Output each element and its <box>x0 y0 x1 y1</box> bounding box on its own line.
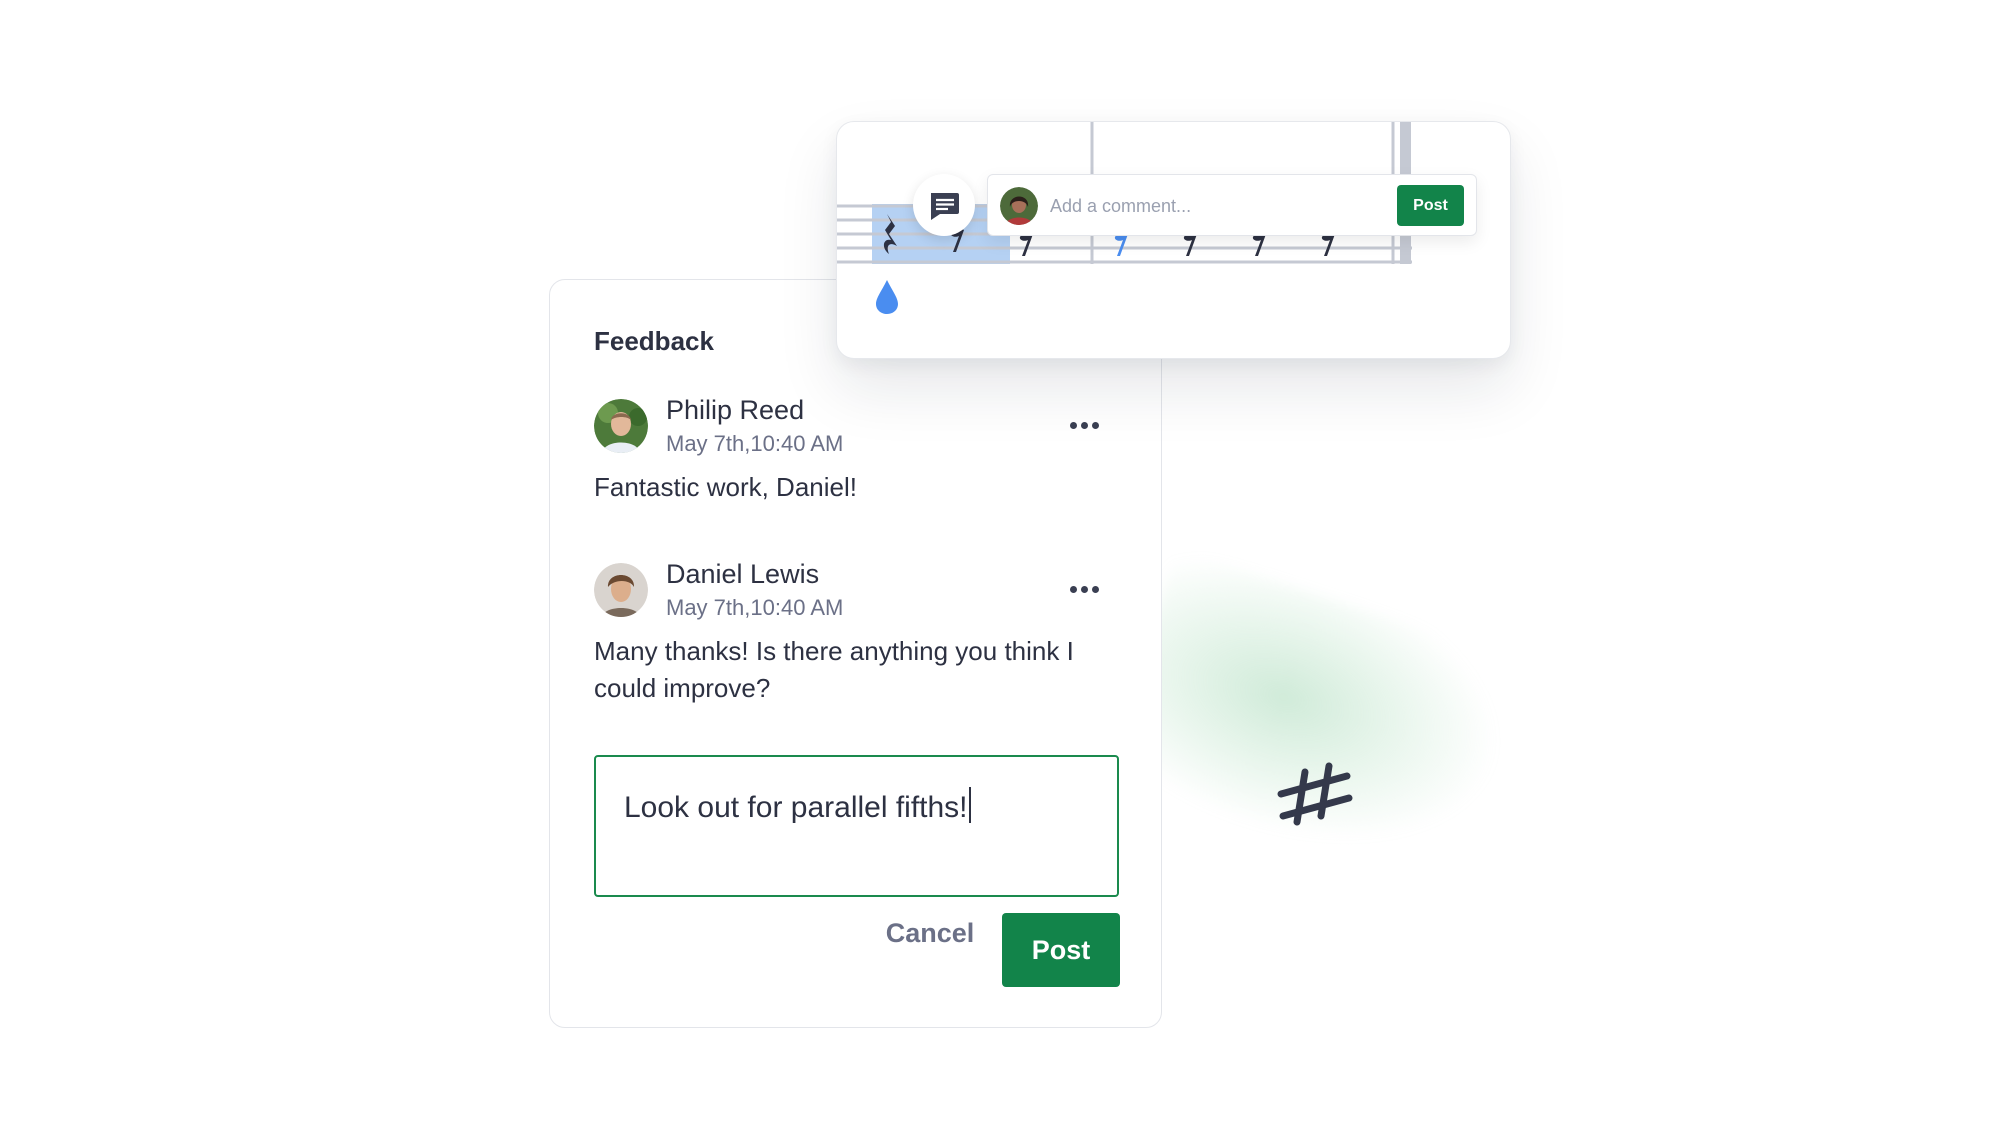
comment-icon <box>931 193 959 220</box>
eighth-rest-icon <box>1019 233 1033 256</box>
comment-timestamp: May 7th,10:40 AM <box>666 595 844 620</box>
reply-textarea[interactable]: Look out for parallel fifths! <box>594 755 1119 897</box>
panel-title: Feedback <box>594 326 714 356</box>
sharp-icon <box>1277 762 1353 826</box>
eighth-rest-icon <box>1114 233 1128 256</box>
avatar <box>594 399 648 453</box>
reply-value: Look out for parallel fifths! <box>624 791 968 824</box>
add-comment-bar: Post <box>987 174 1477 236</box>
mini-post-button[interactable]: Post <box>1397 185 1464 226</box>
comment-author: Philip Reed <box>666 395 805 425</box>
eighth-rest-icon <box>1321 233 1335 256</box>
avatar <box>594 563 648 617</box>
add-comment-input[interactable] <box>1048 183 1392 229</box>
avatar <box>1000 187 1038 225</box>
post-button[interactable]: Post <box>1002 913 1120 987</box>
reply-text-wrapper: Look out for parallel fifths! <box>624 787 971 825</box>
comment-author: Daniel Lewis <box>666 559 820 589</box>
comment-timestamp: May 7th,10:40 AM <box>666 431 844 456</box>
more-options-icon[interactable] <box>1064 577 1104 601</box>
cancel-button[interactable]: Cancel <box>880 913 980 953</box>
comment-text: Fantastic work, Daniel! <box>594 472 857 502</box>
more-options-icon[interactable] <box>1064 413 1104 437</box>
score-card: Post <box>836 121 1511 359</box>
text-caret <box>968 787 971 823</box>
decorative-smudge <box>1101 548 1529 892</box>
music-staff <box>837 122 1412 314</box>
eighth-rest-icon <box>1183 233 1197 256</box>
feedback-panel: Feedback Philip Reed May 7th,10:40 AM Fa… <box>549 279 1162 1028</box>
comment-bubble-button[interactable] <box>913 174 975 236</box>
comment-text: Many thanks! Is there anything you think… <box>594 636 1074 703</box>
dynamic-marker-icon <box>876 280 898 314</box>
eighth-rest-icon <box>1252 233 1266 256</box>
